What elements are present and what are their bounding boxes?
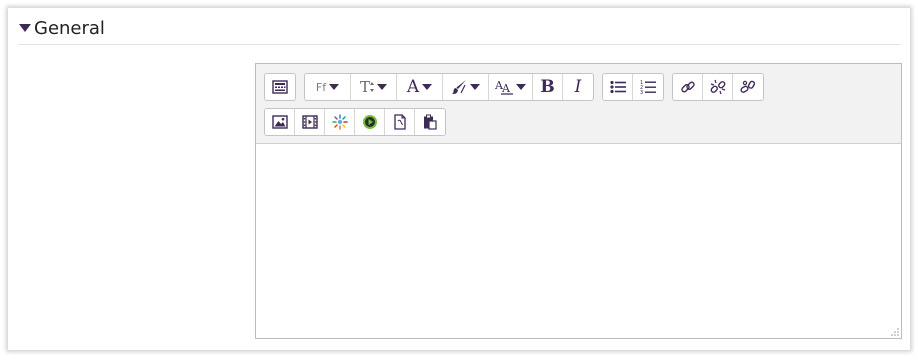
sparkle-icon <box>331 114 348 130</box>
font-size-label: T <box>359 78 370 96</box>
clipboard-icon <box>424 114 437 130</box>
font-group: Ff T A A A B I <box>304 73 594 101</box>
unlink-button[interactable] <box>703 74 733 100</box>
editor-toolbar: Ff T A A A B I 1 2 3 <box>256 64 901 144</box>
play-icon <box>362 115 377 129</box>
section-toggle[interactable]: General <box>18 15 105 41</box>
manage-files-button[interactable] <box>385 109 415 135</box>
insert-image-button[interactable] <box>265 109 295 135</box>
highlight-color-button[interactable] <box>443 74 489 100</box>
media-group <box>264 108 446 136</box>
link-button[interactable] <box>673 74 703 100</box>
chevron-down-icon <box>470 84 480 90</box>
font-family-button[interactable]: Ff <box>305 74 351 100</box>
chevron-down-icon <box>516 84 526 90</box>
editor-content-area[interactable] <box>256 144 901 338</box>
bullet-list-icon <box>609 80 626 94</box>
lists-group: 1 2 3 <box>602 73 664 101</box>
numbered-list-icon: 1 2 3 <box>640 80 656 95</box>
styles-button[interactable]: A A <box>489 74 533 100</box>
chevron-down-icon <box>377 84 387 90</box>
links-group <box>672 73 764 101</box>
svg-text:3: 3 <box>640 90 643 95</box>
document-icon <box>393 114 406 130</box>
bold-label: B <box>540 76 555 97</box>
chevron-down-icon <box>422 84 433 90</box>
keyboard-icon <box>272 80 288 94</box>
film-icon <box>301 115 318 129</box>
show-more-buttons-button[interactable] <box>265 74 295 100</box>
size-arrows-icon <box>370 82 374 92</box>
svg-text:A: A <box>501 82 511 95</box>
italic-label: I <box>574 76 582 97</box>
unordered-list-button[interactable] <box>603 74 633 100</box>
record-media-button[interactable] <box>325 109 355 135</box>
brush-icon <box>452 80 466 94</box>
section-divider <box>18 44 900 45</box>
rich-text-editor: Ff T A A A B I 1 2 3 <box>255 63 902 339</box>
resize-grip-icon[interactable] <box>891 328 899 336</box>
image-icon <box>271 115 288 129</box>
font-size-button[interactable]: T <box>351 74 397 100</box>
bold-button[interactable]: B <box>533 74 563 100</box>
toolbar-row-1: Ff T A A A B I 1 2 3 <box>264 73 772 101</box>
toolbar-toggle-group <box>264 73 296 101</box>
paste-button[interactable] <box>415 109 445 135</box>
general-fieldset: General Ff T A A A B I 1 2 3 <box>8 8 910 350</box>
auto-link-icon <box>740 80 756 93</box>
insert-media-button[interactable] <box>295 109 325 135</box>
auto-link-button[interactable] <box>733 74 763 100</box>
chevron-down-icon <box>329 84 340 90</box>
font-family-label: Ff <box>315 80 327 94</box>
styles-icon: A A <box>495 79 513 95</box>
section-title: General <box>34 17 105 39</box>
ordered-list-button[interactable]: 1 2 3 <box>633 74 663 100</box>
link-icon <box>680 81 695 93</box>
toolbar-row-2 <box>264 108 454 136</box>
caret-down-icon <box>18 21 32 35</box>
unlink-icon <box>710 79 725 95</box>
font-color-label: A <box>406 76 420 97</box>
italic-button[interactable]: I <box>563 74 593 100</box>
play-media-button[interactable] <box>355 109 385 135</box>
font-color-button[interactable]: A <box>397 74 443 100</box>
